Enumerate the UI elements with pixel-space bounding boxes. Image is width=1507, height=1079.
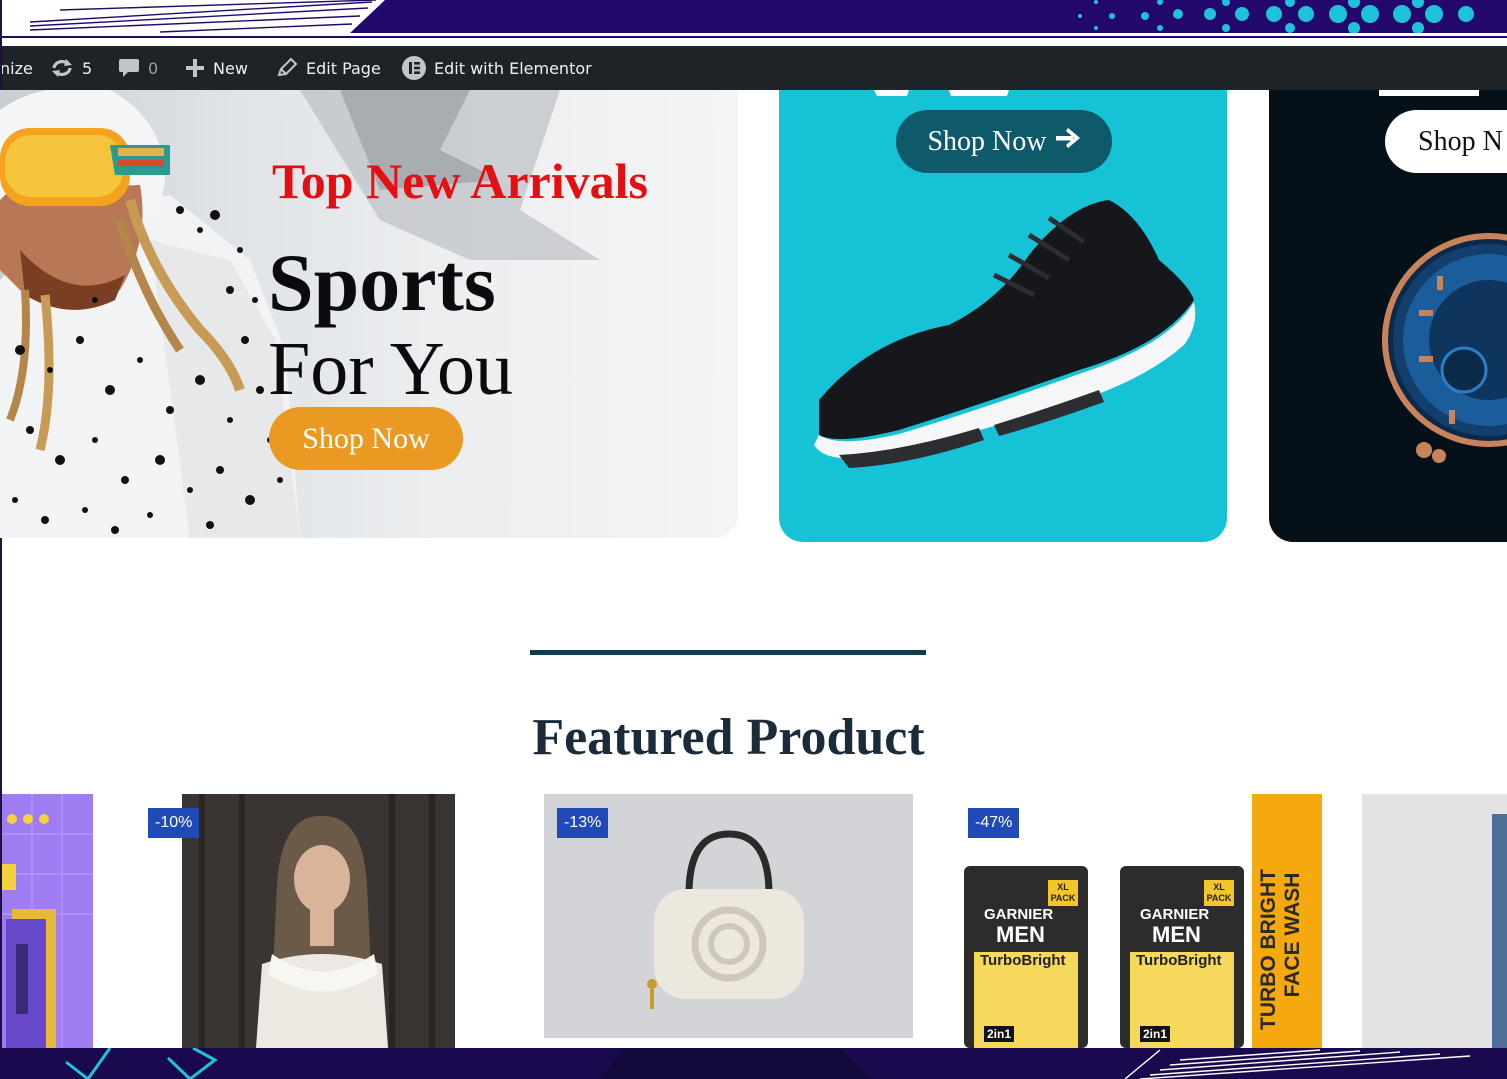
shop-now-button-shoe[interactable]: Shop Now: [896, 110, 1112, 173]
garnier-brand-2: GARNIER: [1140, 906, 1210, 923]
product-tile-purple[interactable]: [2, 794, 93, 1048]
updates-count: 5: [82, 58, 93, 78]
garnier-product-2: TurboBright: [1136, 952, 1222, 969]
facewash-side-line-1: TURBO BRIGHT: [1257, 869, 1280, 1030]
garnier-line-2: MEN: [1152, 922, 1201, 947]
shop-now-button-watch[interactable]: Shop N: [1385, 110, 1507, 173]
new-label: New: [213, 58, 248, 78]
hero-subtitle: For You: [268, 327, 514, 411]
featured-title: Featured Product: [532, 709, 925, 766]
arrow-right-icon: [1055, 126, 1081, 158]
hero-card-shoe: Shop Now: [779, 90, 1227, 542]
discount-badge: -13%: [557, 808, 609, 838]
garnier-2in1-2: 2in1: [1140, 1026, 1171, 1042]
garnier-pack-2: XL PACK: [1206, 882, 1232, 903]
product-tile-dress[interactable]: [182, 794, 455, 1048]
hero-kicker: Top New Arrivals: [272, 153, 648, 209]
hero-card-watch: Shop N: [1269, 90, 1507, 542]
garnier-product-1: TurboBright: [980, 952, 1066, 969]
shop-now-button[interactable]: Shop Now: [269, 407, 463, 470]
garnier-line-1: MEN: [996, 922, 1045, 947]
hero-card-sports: Top New Arrivals Sports For You Shop Now: [0, 90, 738, 538]
garnier-2in1-1: 2in1: [984, 1026, 1015, 1042]
edit-elementor-label: Edit with Elementor: [434, 58, 592, 78]
discount-badge: -47%: [968, 808, 1020, 838]
bottom-decorative-band: [0, 1048, 1507, 1079]
comments-count: 0: [148, 58, 159, 78]
edit-page-label: Edit Page: [306, 58, 381, 78]
bottom-band-pattern: [65, 1048, 1507, 1079]
discount-badge: -10%: [148, 808, 200, 838]
facewash-side-line-2: FACE WASH: [1281, 872, 1304, 998]
facewash-side-text: TURBO BRIGHT FACE WASH: [1257, 840, 1305, 1030]
customize-link[interactable]: nize: [0, 46, 33, 90]
elementor-icon: [402, 56, 426, 80]
comment-icon: [118, 58, 140, 78]
garnier-brand-1: GARNIER: [984, 906, 1054, 923]
new-content-link[interactable]: New: [185, 46, 248, 90]
comments-link[interactable]: 0: [118, 46, 158, 90]
plus-icon: [185, 58, 205, 78]
garnier-pack-1: XL PACK: [1050, 882, 1076, 903]
updates-link[interactable]: 5: [50, 46, 92, 90]
pencil-icon: [276, 58, 298, 78]
dress-product-image: [199, 794, 435, 1048]
band-underline: [0, 33, 1507, 36]
customize-label: nize: [0, 58, 33, 78]
section-divider: [530, 650, 926, 655]
shop-now-label: Shop Now: [927, 125, 1047, 157]
admin-toolbar: nize 5 0 New Edit Page Edit with Element…: [0, 46, 1507, 90]
jeans-product-image: [1492, 814, 1507, 1048]
edit-page-link[interactable]: Edit Page: [276, 46, 381, 90]
top-decorative-band: [0, 0, 1507, 38]
refresh-icon: [50, 58, 74, 78]
edit-elementor-link[interactable]: Edit with Elementor: [402, 46, 592, 90]
purple-product-image: [2, 794, 93, 1048]
hero-title: Sports: [268, 237, 496, 328]
product-tile-jeans[interactable]: [1362, 794, 1507, 1048]
